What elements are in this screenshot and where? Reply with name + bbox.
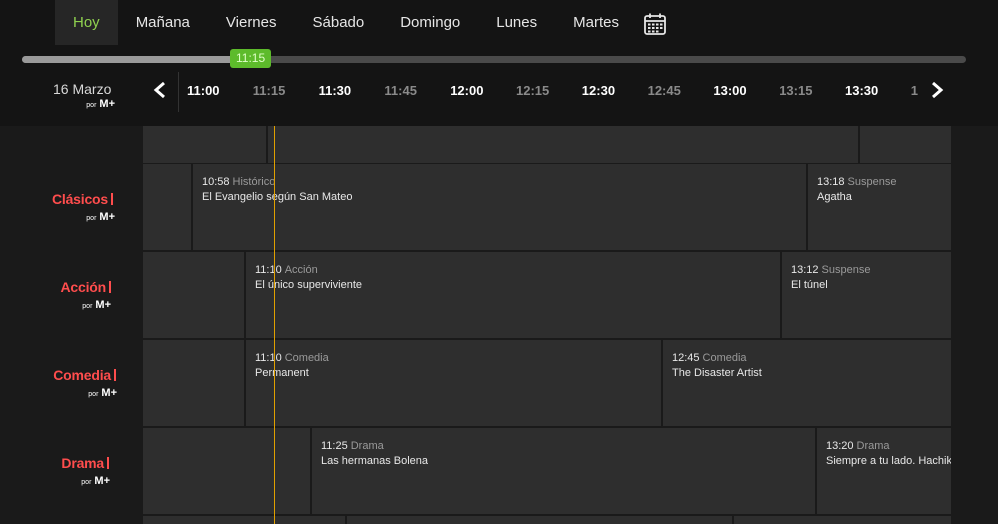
- program-cell[interactable]: [734, 516, 953, 524]
- program-time: 11:25 Drama: [321, 440, 384, 452]
- channel-name: Acción: [61, 279, 111, 295]
- program-cell[interactable]: 13:18 Suspense Agatha: [808, 164, 953, 250]
- channel-logo-partial: por M+: [0, 76, 143, 113]
- program-time: 13:12 Suspense: [791, 264, 871, 276]
- program-time: 12:45 Comedia: [672, 352, 747, 364]
- time-slider-fill: [22, 56, 250, 63]
- channel-brand: por M+: [86, 98, 115, 110]
- program-title: El túnel: [791, 279, 828, 291]
- channel-row-comedia: Comedia por M+ 11:10 Comedia Permanent 12:…: [0, 340, 998, 428]
- program-time: 11:10 Acción: [255, 264, 318, 276]
- calendar-icon[interactable]: [643, 12, 667, 35]
- program-cell[interactable]: [143, 252, 246, 338]
- program-title: El Evangelio según San Mateo: [202, 191, 353, 203]
- time-slider-track[interactable]: [22, 56, 966, 63]
- program-grid: por M+ Clásicos por M+ 10:58 Histórico El E…: [0, 98, 998, 524]
- channel-brand: por M+: [82, 299, 111, 311]
- program-title: Permanent: [255, 367, 309, 379]
- channel-brand: por M+: [88, 387, 117, 399]
- program-cell[interactable]: 11:10 Acción El único superviviente: [246, 252, 782, 338]
- program-title: Las hermanas Bolena: [321, 455, 429, 467]
- tab-domingo[interactable]: Domingo: [382, 0, 478, 45]
- program-cell[interactable]: 11:10 Comedia Permanent: [246, 340, 663, 426]
- program-title: The Disaster Artist: [672, 367, 762, 379]
- time-slider-thumb[interactable]: 11:15: [230, 49, 272, 68]
- channel-brand: por M+: [86, 211, 115, 223]
- channel-name: Comedia: [53, 367, 116, 383]
- channel-row-partial-bottom: [0, 516, 998, 524]
- channel-row-drama: Drama por M+ 11:25 Drama Las hermanas Bole…: [0, 428, 998, 516]
- channel-row-clasicos: Clásicos por M+ 10:58 Histórico El Evangel…: [0, 164, 998, 252]
- channel-name: Clásicos: [52, 191, 113, 207]
- program-cell[interactable]: 13:20 Drama Siempre a tu lado. Hachiko: [817, 428, 953, 514]
- program-cell[interactable]: [143, 516, 347, 524]
- program-title: Agatha: [817, 191, 852, 203]
- program-cell[interactable]: 12:45 Comedia The Disaster Artist: [663, 340, 953, 426]
- tab-viernes[interactable]: Viernes: [208, 0, 295, 45]
- program-cell[interactable]: 13:12 Suspense El túnel: [782, 252, 953, 338]
- program-cell[interactable]: [347, 516, 734, 524]
- channel-logo-accion[interactable]: Acción por M+: [0, 252, 143, 340]
- now-line: [274, 126, 275, 524]
- tab-sabado[interactable]: Sábado: [295, 0, 383, 45]
- tab-martes[interactable]: Martes: [555, 0, 637, 45]
- channel-brand: por M+: [81, 475, 110, 487]
- channel-logo-comedia[interactable]: Comedia por M+: [0, 340, 143, 428]
- program-title: Siempre a tu lado. Hachiko: [826, 455, 953, 467]
- program-cell[interactable]: [268, 126, 860, 163]
- tab-lunes[interactable]: Lunes: [478, 0, 555, 45]
- program-time: 10:58 Histórico: [202, 176, 276, 188]
- program-time: 11:10 Comedia: [255, 352, 329, 364]
- program-cell[interactable]: [860, 126, 953, 163]
- program-cell[interactable]: [143, 164, 193, 250]
- program-time: 13:18 Suspense: [817, 176, 897, 188]
- tab-manana[interactable]: Mañana: [118, 0, 208, 45]
- program-cell[interactable]: 10:58 Histórico El Evangelio según San Ma…: [193, 164, 808, 250]
- program-cell[interactable]: [143, 428, 312, 514]
- program-title: El único superviviente: [255, 279, 363, 291]
- channel-name: Drama: [61, 455, 109, 471]
- program-time: 13:20 Drama: [826, 440, 890, 452]
- channel-row-partial: por M+: [0, 76, 998, 163]
- tab-hoy[interactable]: Hoy: [55, 0, 118, 45]
- channel-logo-clasicos[interactable]: Clásicos por M+: [0, 164, 143, 252]
- program-cell[interactable]: [143, 126, 268, 163]
- day-tabs: Hoy Mañana Viernes Sábado Domingo Lunes …: [55, 0, 667, 45]
- program-cell[interactable]: [143, 340, 246, 426]
- channel-logo-drama[interactable]: Drama por M+: [0, 428, 143, 516]
- channel-row-accion: Acción por M+ 11:10 Acción El único superv…: [0, 252, 998, 340]
- program-cell[interactable]: 11:25 Drama Las hermanas Bolena: [312, 428, 817, 514]
